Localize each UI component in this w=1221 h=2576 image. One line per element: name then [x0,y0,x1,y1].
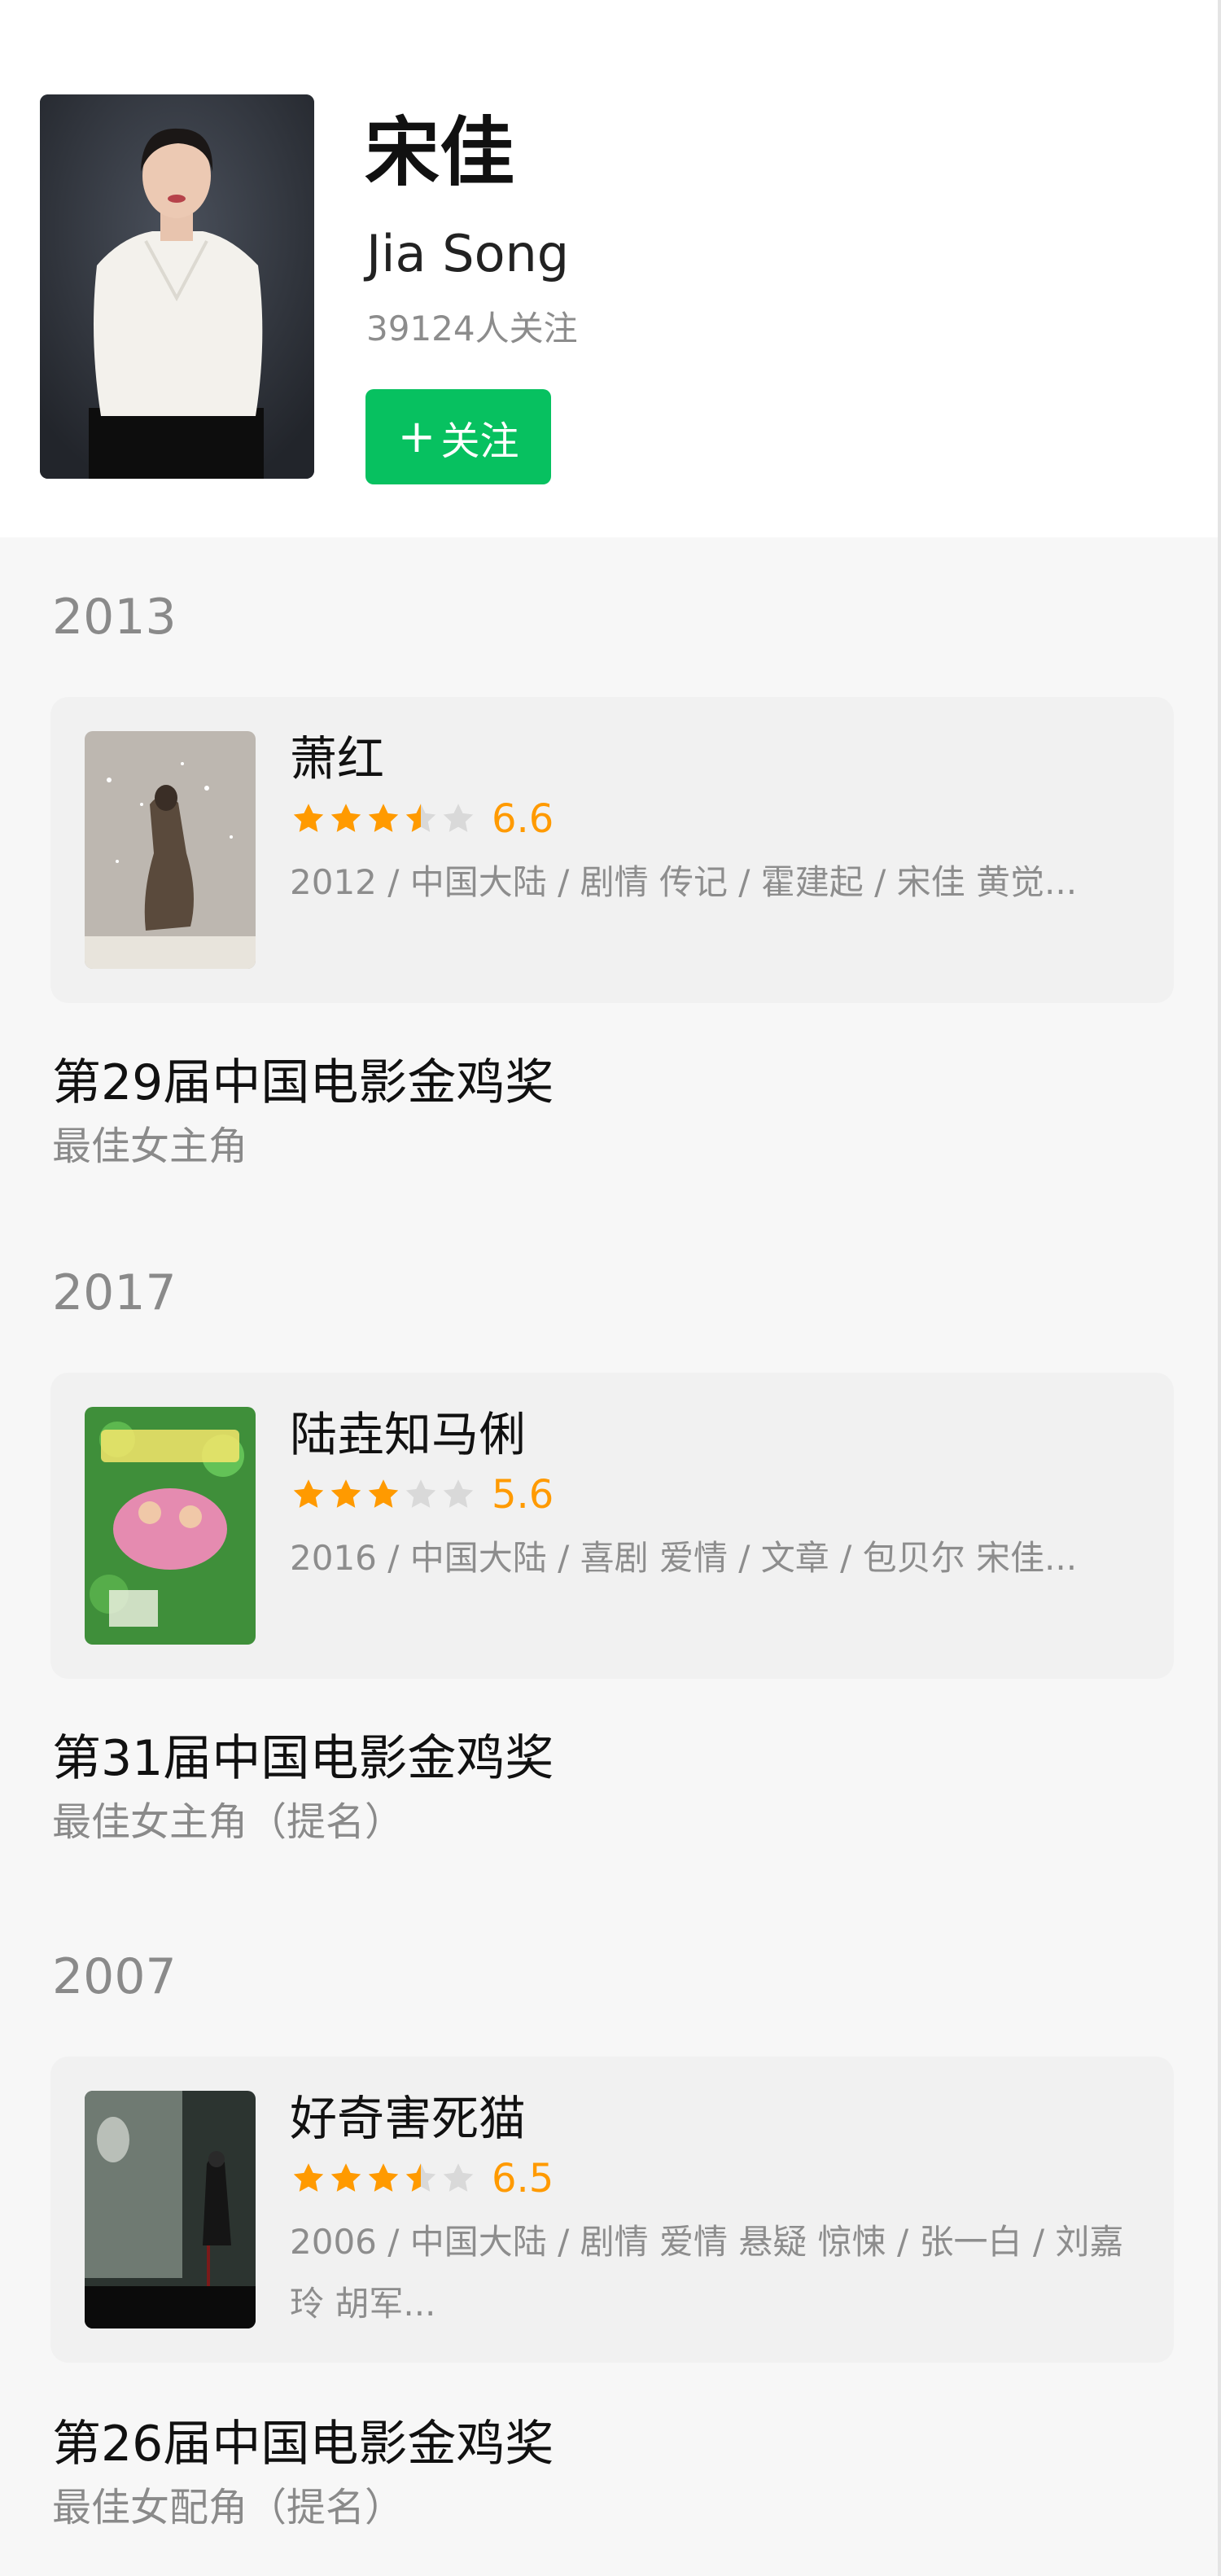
person-name-chinese: 宋佳 [365,109,515,196]
award-name: 第26届中国电影金鸡奖 [52,2416,554,2473]
profile-header: 宋佳 Jia Song 39124人关注 + 关注 [0,0,1221,537]
follower-count: 39124人关注 [366,309,578,348]
movie-poster [85,1407,256,1645]
avatar-photo [40,94,314,479]
movie-title: 陆垚知马俐 [290,1407,527,1462]
rating-score: 6.6 [492,796,554,842]
poster-image [85,1407,256,1645]
movie-meta: 2012 / 中国大陆 / 剧情 传记 / 霍建起 / 宋佳 黄觉... [290,862,1078,902]
star-icon [368,804,399,832]
poster-image [85,2091,256,2328]
year-heading: 2017 [52,1264,177,1321]
star-icon [443,804,474,832]
poster-image [85,731,256,969]
movie-card[interactable]: 陆垚知马俐 5.6 2016 / 中国大陆 / 喜剧 爱情 / 文章 / 包贝尔… [50,1373,1174,1679]
award-category: 最佳女主角 [52,1124,248,1169]
star-rating [290,1476,477,1514]
star-icon [405,1479,436,1508]
movie-card[interactable]: 好奇害死猫 6.5 2006 / 中国大陆 / 剧情 爱情 悬疑 惊悚 / 张一… [50,2057,1174,2363]
star-rating [290,2160,477,2197]
star-icon [330,804,361,832]
avatar[interactable] [40,94,314,479]
year-heading: 2007 [52,1948,177,2005]
movie-rating: 6.6 [290,795,554,843]
star-icon [405,2163,436,2192]
movie-title: 萧红 [290,731,385,786]
star-icon [293,2163,324,2192]
star-icon [443,1479,474,1508]
award-category: 最佳女配角（提名） [52,2485,405,2530]
plus-icon: + [397,410,436,463]
right-edge-divider [1218,0,1221,2576]
star-icon [368,1479,399,1508]
star-icon [330,2163,361,2192]
star-icon [405,804,436,832]
movie-poster [85,731,256,969]
movie-title: 好奇害死猫 [290,2091,527,2146]
award-name: 第31届中国电影金鸡奖 [52,1730,554,1787]
star-icon [443,2163,474,2192]
star-icon [330,1479,361,1508]
award-category: 最佳女主角（提名） [52,1799,405,1845]
star-rating [290,800,477,838]
star-icon [293,1479,324,1508]
rating-score: 5.6 [492,1472,554,1518]
follow-button[interactable]: + 关注 [365,389,551,484]
star-icon [293,804,324,832]
award-name: 第29届中国电影金鸡奖 [52,1054,554,1111]
movie-rating: 6.5 [290,2154,554,2203]
year-heading: 2013 [52,589,177,646]
star-icon [368,2163,399,2192]
movie-meta: 2016 / 中国大陆 / 喜剧 爱情 / 文章 / 包贝尔 宋佳... [290,1538,1078,1578]
movie-card[interactable]: 萧红 6.6 2012 / 中国大陆 / 剧情 传记 / 霍建起 / 宋佳 黄觉… [50,697,1174,1003]
rating-score: 6.5 [492,2156,554,2201]
follow-button-label: 关注 [440,418,519,464]
movie-meta: 2006 / 中国大陆 / 剧情 爱情 悬疑 惊悚 / 张一白 / 刘嘉玲 胡军… [290,2222,1124,2324]
movie-rating: 5.6 [290,1470,554,1519]
movie-poster [85,2091,256,2328]
person-name-english: Jia Song [366,224,570,283]
